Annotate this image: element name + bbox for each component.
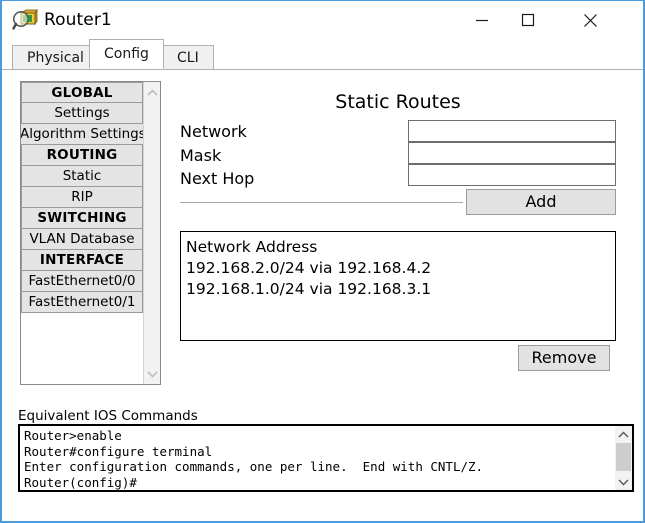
ios-line: Router(config)# [24,474,137,490]
scrollbar-thumb[interactable] [616,443,631,471]
scroll-up-icon[interactable] [144,84,160,101]
mask-label: Mask [180,146,222,165]
tab-config[interactable]: Config [89,39,164,69]
remove-route-button[interactable]: Remove [518,345,610,371]
add-route-button[interactable]: Add [466,189,616,215]
sidebar-item-fastethernet0-1[interactable]: FastEthernet0/1 [21,292,143,313]
close-icon [583,13,597,27]
list-item[interactable]: 192.168.2.0/24 via 192.168.4.2 [186,258,615,279]
list-item[interactable]: 192.168.1.0/24 via 192.168.3.1 [186,279,615,300]
static-route-list[interactable]: Network Address 192.168.2.0/24 via 192.1… [180,231,616,341]
minimize-button[interactable] [459,1,505,39]
form-separator [180,202,463,203]
sidebar-section-routing: ROUTING [21,145,143,166]
scroll-down-icon[interactable] [615,474,632,489]
route-list-header: Network Address [186,238,318,256]
scroll-up-icon[interactable] [615,427,632,442]
ios-line: Enter configuration commands, one per li… [24,459,484,474]
sidebar-item-fastethernet0-0[interactable]: FastEthernet0/0 [21,271,143,292]
page-title: Static Routes [335,91,461,113]
tab-bar: Physical Config CLI [2,39,643,70]
next-hop-input[interactable] [408,164,616,186]
network-input[interactable] [408,120,616,142]
network-label: Network [180,122,247,141]
minimize-icon [476,19,488,22]
title-bar: Router1 [2,1,643,41]
ios-commands-console[interactable]: Router>enable Router#configure terminal … [18,424,634,492]
console-scrollbar[interactable] [615,426,632,490]
sidebar-item-rip[interactable]: RIP [21,187,143,208]
scroll-down-icon[interactable] [144,365,160,382]
maximize-button[interactable] [505,1,551,39]
inspect-router-icon [12,8,38,33]
ios-commands-label: Equivalent IOS Commands [18,408,198,424]
mask-input[interactable] [408,142,616,164]
tab-cli[interactable]: CLI [162,45,214,69]
sidebar-item-settings[interactable]: Settings [21,103,143,124]
sidebar-section-switching: SWITCHING [21,208,143,229]
sidebar-item-static[interactable]: Static [21,166,143,187]
close-button[interactable] [567,1,613,39]
next-hop-label: Next Hop [180,169,255,188]
ios-line: Router>enable [24,428,122,443]
sidebar-item-algorithm-settings[interactable]: Algorithm Settings [21,124,145,145]
config-nav-list: GLOBAL Settings Algorithm Settings ROUTI… [20,81,161,385]
maximize-icon [521,13,535,27]
sidebar-scrollbar[interactable] [143,82,160,384]
router-config-window: Router1 Physical Config CLI GLOBAL Setti… [0,0,645,523]
tab-physical[interactable]: Physical [12,45,99,69]
sidebar-item-vlan-database[interactable]: VLAN Database [21,229,143,250]
ios-line: Router#configure terminal [24,443,213,459]
window-title: Router1 [44,10,112,30]
sidebar-section-interface: INTERFACE [21,250,143,271]
sidebar-section-global: GLOBAL [21,82,143,103]
